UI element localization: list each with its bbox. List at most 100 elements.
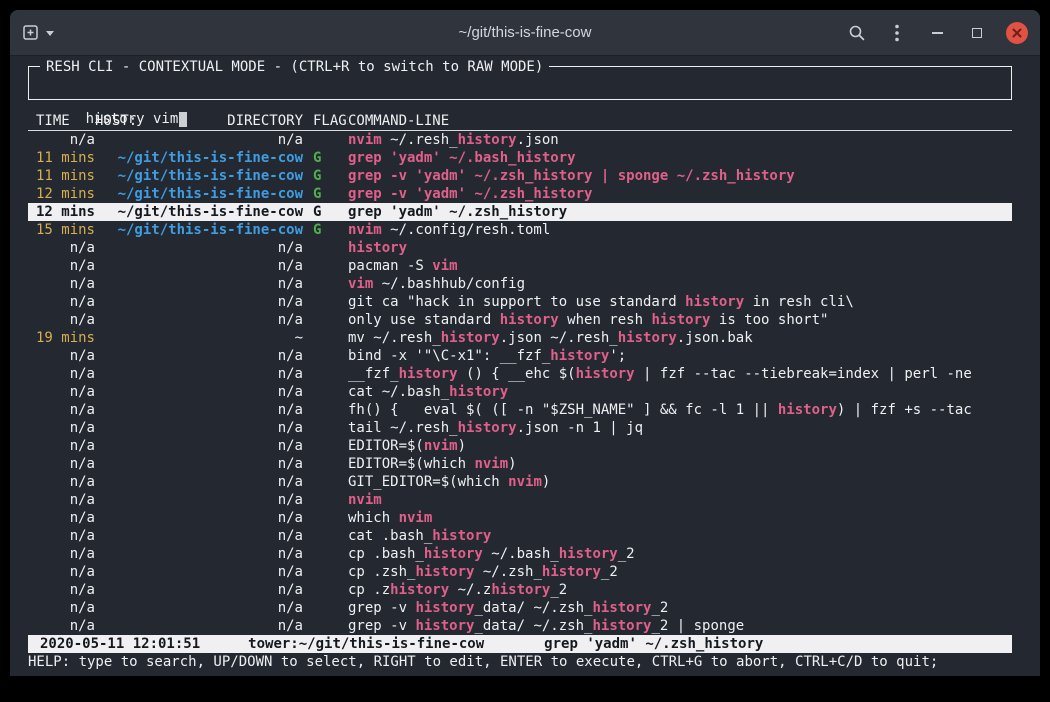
row-time: 12 mins [28, 203, 95, 221]
row-time: 12 mins [28, 185, 95, 203]
row-host: n/a [95, 419, 303, 437]
table-row[interactable]: n/a n/a bind -x '"\C-x1": __fzf_history'… [28, 347, 1012, 365]
row-flag [303, 131, 348, 149]
row-time: 11 mins [28, 167, 95, 185]
row-command: nvim ~/.resh_history.json [348, 131, 1012, 149]
row-command: which nvim [348, 509, 1012, 527]
row-host: n/a [95, 545, 303, 563]
row-flag [303, 401, 348, 419]
status-command: grep 'yadm' ~/.zsh_history [544, 635, 763, 653]
row-time: n/a [28, 581, 95, 599]
row-host: n/a [95, 599, 303, 617]
minimize-button[interactable] [926, 22, 948, 44]
row-flag [303, 599, 348, 617]
status-bar: 2020-05-11 12:01:51 tower:~/git/this-is-… [28, 635, 1012, 653]
table-row[interactable]: 12 mins ~/git/this-is-fine-cow G grep 'y… [28, 203, 1012, 221]
row-time: n/a [28, 257, 95, 275]
table-row[interactable]: n/a n/a GIT_EDITOR=$(which nvim) [28, 473, 1012, 491]
row-host: n/a [95, 437, 303, 455]
restore-button[interactable] [966, 22, 988, 44]
table-row[interactable]: n/a n/a EDITOR=$(nvim) [28, 437, 1012, 455]
table-row[interactable]: n/a n/a cp .zsh_history ~/.zsh_history_2 [28, 563, 1012, 581]
row-time: n/a [28, 599, 95, 617]
table-row[interactable]: n/a n/a __fzf_history () { __ehc $(histo… [28, 365, 1012, 383]
search-query-input[interactable]: history vim [86, 111, 179, 127]
row-command: GIT_EDITOR=$(which nvim) [348, 473, 1012, 491]
row-command: grep 'yadm' ~/.zsh_history [348, 203, 1012, 221]
row-host: n/a [95, 563, 303, 581]
row-flag [303, 419, 348, 437]
row-host: ~/git/this-is-fine-cow [95, 185, 303, 203]
row-time: n/a [28, 347, 95, 365]
table-row[interactable]: n/a n/a tail ~/.resh_history.json -n 1 |… [28, 419, 1012, 437]
table-row[interactable]: n/a n/a cat .bash_history [28, 527, 1012, 545]
close-button[interactable] [1006, 22, 1028, 44]
row-command: tail ~/.resh_history.json -n 1 | jq [348, 419, 1012, 437]
row-command: history [348, 239, 1012, 257]
table-row[interactable]: n/a n/a only use standard history when r… [28, 311, 1012, 329]
row-time: n/a [28, 383, 95, 401]
row-flag [303, 275, 348, 293]
row-host: n/a [95, 239, 303, 257]
table-row[interactable]: 19 mins ~ mv ~/.resh_history.json ~/.res… [28, 329, 1012, 347]
row-command: cat ~/.bash_history [348, 383, 1012, 401]
row-host: n/a [95, 509, 303, 527]
row-command: pacman -S vim [348, 257, 1012, 275]
menu-button[interactable] [886, 22, 908, 44]
table-row[interactable]: n/a n/a cat ~/.bash_history [28, 383, 1012, 401]
header-command: COMMAND-LINE [348, 112, 1012, 130]
row-command: fh() { eval $( ([ -n "$ZSH_NAME" ] && fc… [348, 401, 1012, 419]
table-row[interactable]: n/a n/a nvim ~/.resh_history.json [28, 131, 1012, 149]
chevron-down-icon [45, 29, 55, 37]
table-row[interactable]: n/a n/a history [28, 239, 1012, 257]
row-host: n/a [95, 131, 303, 149]
row-flag [303, 617, 348, 635]
row-flag [303, 311, 348, 329]
new-tab-button[interactable] [22, 22, 55, 44]
resh-search-box[interactable]: RESH CLI - CONTEXTUAL MODE - (CTRL+R to … [28, 66, 1012, 100]
table-row[interactable]: 15 mins ~/git/this-is-fine-cow G nvim ~/… [28, 221, 1012, 239]
table-row[interactable]: n/a n/a vim ~/.bashhub/config [28, 275, 1012, 293]
row-flag: G [303, 167, 348, 185]
table-row[interactable]: n/a n/a fh() { eval $( ([ -n "$ZSH_NAME"… [28, 401, 1012, 419]
table-row[interactable]: n/a n/a EDITOR=$(which nvim) [28, 455, 1012, 473]
row-flag [303, 545, 348, 563]
row-flag [303, 437, 348, 455]
history-rows: n/a n/a nvim ~/.resh_history.json 11 min… [28, 131, 1012, 635]
table-row[interactable]: 12 mins ~/git/this-is-fine-cow G grep -v… [28, 185, 1012, 203]
table-row[interactable]: n/a n/a nvim [28, 491, 1012, 509]
row-command: only use standard history when resh hist… [348, 311, 1012, 329]
row-command: grep -v 'yadm' ~/.zsh_history [348, 185, 1012, 203]
table-row[interactable]: n/a n/a git ca "hack in support to use s… [28, 293, 1012, 311]
row-flag [303, 527, 348, 545]
row-command: cp .zsh_history ~/.zsh_history_2 [348, 563, 1012, 581]
row-flag: G [303, 221, 348, 239]
help-line: HELP: type to search, UP/DOWN to select,… [28, 653, 1012, 671]
table-row[interactable]: 11 mins ~/git/this-is-fine-cow G grep 'y… [28, 149, 1012, 167]
row-host: ~/git/this-is-fine-cow [95, 203, 303, 221]
row-time: 19 mins [28, 329, 95, 347]
table-row[interactable]: n/a n/a cp .zhistory ~/.zhistory_2 [28, 581, 1012, 599]
row-time: n/a [28, 401, 95, 419]
table-row[interactable]: n/a n/a cp .bash_history ~/.bash_history… [28, 545, 1012, 563]
row-host: n/a [95, 491, 303, 509]
row-time: n/a [28, 455, 95, 473]
table-row[interactable]: n/a n/a pacman -S vim [28, 257, 1012, 275]
row-host: n/a [95, 455, 303, 473]
table-row[interactable]: n/a n/a grep -v history_data/ ~/.zsh_his… [28, 617, 1012, 635]
status-location: tower:~/git/this-is-fine-cow [248, 635, 484, 653]
row-host: ~ [95, 329, 303, 347]
table-row[interactable]: n/a n/a grep -v history_data/ ~/.zsh_his… [28, 599, 1012, 617]
header-flags: FLAGS [303, 112, 348, 130]
table-row[interactable]: 11 mins ~/git/this-is-fine-cow G grep -v… [28, 167, 1012, 185]
search-button[interactable] [846, 22, 868, 44]
table-row[interactable]: n/a n/a which nvim [28, 509, 1012, 527]
row-flag [303, 455, 348, 473]
row-flag [303, 329, 348, 347]
row-flag [303, 257, 348, 275]
row-flag: G [303, 203, 348, 221]
row-command: cp .bash_history ~/.bash_history_2 [348, 545, 1012, 563]
row-host: ~/git/this-is-fine-cow [95, 221, 303, 239]
row-host: n/a [95, 527, 303, 545]
row-time: 15 mins [28, 221, 95, 239]
